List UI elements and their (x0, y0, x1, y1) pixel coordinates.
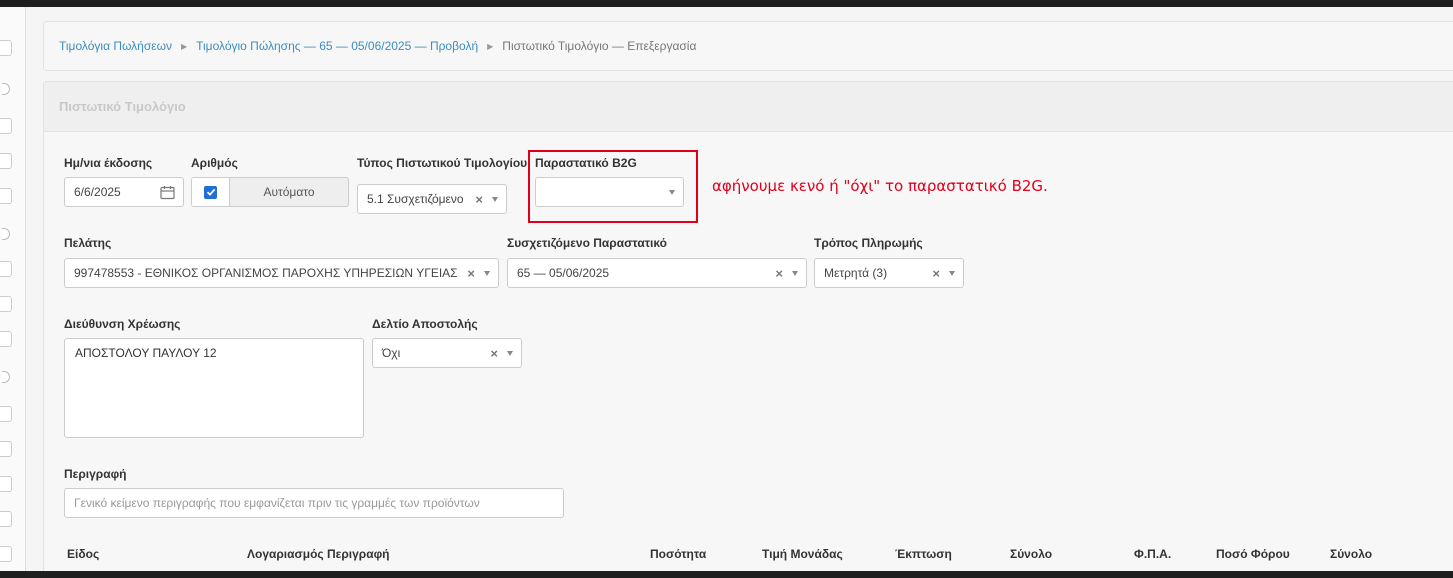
sidebar-tab[interactable] (0, 511, 12, 527)
column-header-item: Είδος (67, 547, 100, 561)
column-header-subtotal: Σύνολο (1010, 547, 1053, 561)
credit-type-label: Τύπος Πιστωτικού Τιμολογίου (357, 156, 528, 170)
column-header-unit-price: Τιμή Μονάδας (762, 547, 843, 561)
breadcrumb-separator-icon: ▶ (180, 41, 188, 51)
payment-select[interactable]: Μετρητά (3) × (814, 258, 964, 288)
issue-date-value: 6/6/2025 (74, 185, 121, 199)
billing-address-textarea[interactable]: ΑΠΟΣΤΟΛΟΥ ΠΑΥΛΟΥ 12 (64, 338, 364, 438)
sidebar-tab[interactable] (0, 153, 12, 169)
related-doc-value: 65 — 05/06/2025 (517, 266, 610, 280)
sidebar-tab[interactable] (0, 441, 12, 457)
number-input-group: Αυτόματο (191, 177, 349, 207)
clear-icon[interactable]: × (932, 266, 940, 281)
related-doc-select[interactable]: 65 — 05/06/2025 × (507, 258, 807, 288)
annotation-note: αφήνουμε κενό ή "όχι" το παραστατικό B2G… (712, 177, 1048, 195)
breadcrumb: Τιμολόγια Πωλήσεων ▶ Τιμολόγιο Πώλησης —… (43, 21, 1453, 71)
chevron-down-icon[interactable] (792, 270, 798, 276)
sidebar-notch[interactable] (2, 228, 10, 240)
sidebar-tab[interactable] (0, 261, 12, 277)
sidebar-tab[interactable] (0, 188, 12, 204)
customer-value: 997478553 - ΕΘΝΙΚΟΣ ΟΡΓΑΝΙΣΜΟΣ ΠΑΡΟΧΗΣ Υ… (74, 266, 458, 280)
breadcrumb-link-sales-invoice[interactable]: Τιμολόγιο Πώλησης — 65 — 05/06/2025 — Πρ… (196, 39, 478, 53)
sidebar-tab[interactable] (0, 331, 12, 347)
sidebar-tab[interactable] (0, 406, 12, 422)
related-doc-label: Συσχετιζόμενο Παραστατικό (507, 236, 668, 250)
bottom-window-edge (0, 571, 1453, 578)
credit-type-value: 5.1 Συσχετιζόμενο (367, 192, 464, 206)
sidebar-tab[interactable] (0, 546, 12, 562)
clear-icon[interactable]: × (490, 346, 498, 361)
auto-number-checkbox[interactable] (192, 178, 230, 206)
sidebar-notch[interactable] (2, 83, 10, 95)
check-icon (204, 185, 217, 199)
issue-date-input[interactable]: 6/6/2025 (64, 177, 184, 207)
column-header-account: Λογαριασμός (247, 547, 324, 561)
chevron-down-icon[interactable] (492, 196, 498, 202)
breadcrumb-link-sales-invoices[interactable]: Τιμολόγια Πωλήσεων (59, 39, 172, 53)
column-header-quantity: Ποσότητα (650, 547, 707, 561)
sidebar-tab[interactable] (0, 40, 12, 56)
billing-address-label: Διεύθυνση Χρέωσης (64, 317, 181, 331)
column-header-tax-amount: Ποσό Φόρου (1216, 547, 1290, 561)
chevron-down-icon[interactable] (484, 270, 490, 276)
breadcrumb-current: Πιστωτικό Τιμολόγιο — Επεξεργασία (502, 39, 697, 53)
delivery-note-select[interactable]: Όχι × (372, 338, 522, 368)
description-input[interactable] (64, 488, 564, 518)
credit-type-select[interactable]: 5.1 Συσχετιζόμενο × (357, 184, 507, 214)
column-header-discount: Έκπτωση (895, 547, 952, 561)
panel-title: Πιστωτικό Τιμολόγιο (44, 82, 1453, 132)
auto-number-button[interactable]: Αυτόματο (230, 178, 348, 206)
delivery-note-label: Δελτίο Αποστολής (372, 317, 478, 331)
sidebar-tab[interactable] (0, 476, 12, 492)
clear-icon[interactable]: × (475, 192, 483, 207)
chevron-down-icon[interactable] (669, 189, 675, 195)
issue-date-label: Ημ/νια έκδοσης (64, 156, 153, 170)
b2g-select[interactable] (535, 177, 684, 207)
clear-icon[interactable]: × (467, 266, 475, 281)
chevron-down-icon[interactable] (949, 270, 955, 276)
customer-select[interactable]: 997478553 - ΕΘΝΙΚΟΣ ΟΡΓΑΝΙΣΜΟΣ ΠΑΡΟΧΗΣ Υ… (64, 258, 499, 288)
b2g-label: Παραστατικό B2G (535, 156, 637, 170)
breadcrumb-separator-icon: ▶ (487, 41, 494, 51)
column-header-vat: Φ.Π.Α. (1134, 547, 1172, 561)
sidebar-tab[interactable] (0, 296, 12, 312)
number-label: Αριθμός (191, 156, 238, 170)
top-window-edge (0, 0, 1453, 7)
delivery-note-value: Όχι (382, 346, 401, 360)
chevron-down-icon[interactable] (507, 350, 513, 356)
calendar-icon[interactable] (160, 185, 175, 200)
column-header-total: Σύνολο (1330, 547, 1373, 561)
customer-label: Πελάτης (64, 236, 112, 250)
clear-icon[interactable]: × (775, 266, 783, 281)
payment-value: Μετρητά (3) (824, 266, 888, 280)
page: Τιμολόγια Πωλήσεων ▶ Τιμολόγιο Πώλησης —… (0, 7, 1453, 571)
sidebar-notch[interactable] (2, 371, 10, 383)
sidebar-tab[interactable] (0, 118, 12, 134)
payment-label: Τρόπος Πληρωμής (814, 236, 923, 250)
column-header-description: Περιγραφή (327, 547, 390, 561)
description-label: Περιγραφή (64, 467, 127, 481)
left-sidebar-strip (0, 7, 26, 571)
